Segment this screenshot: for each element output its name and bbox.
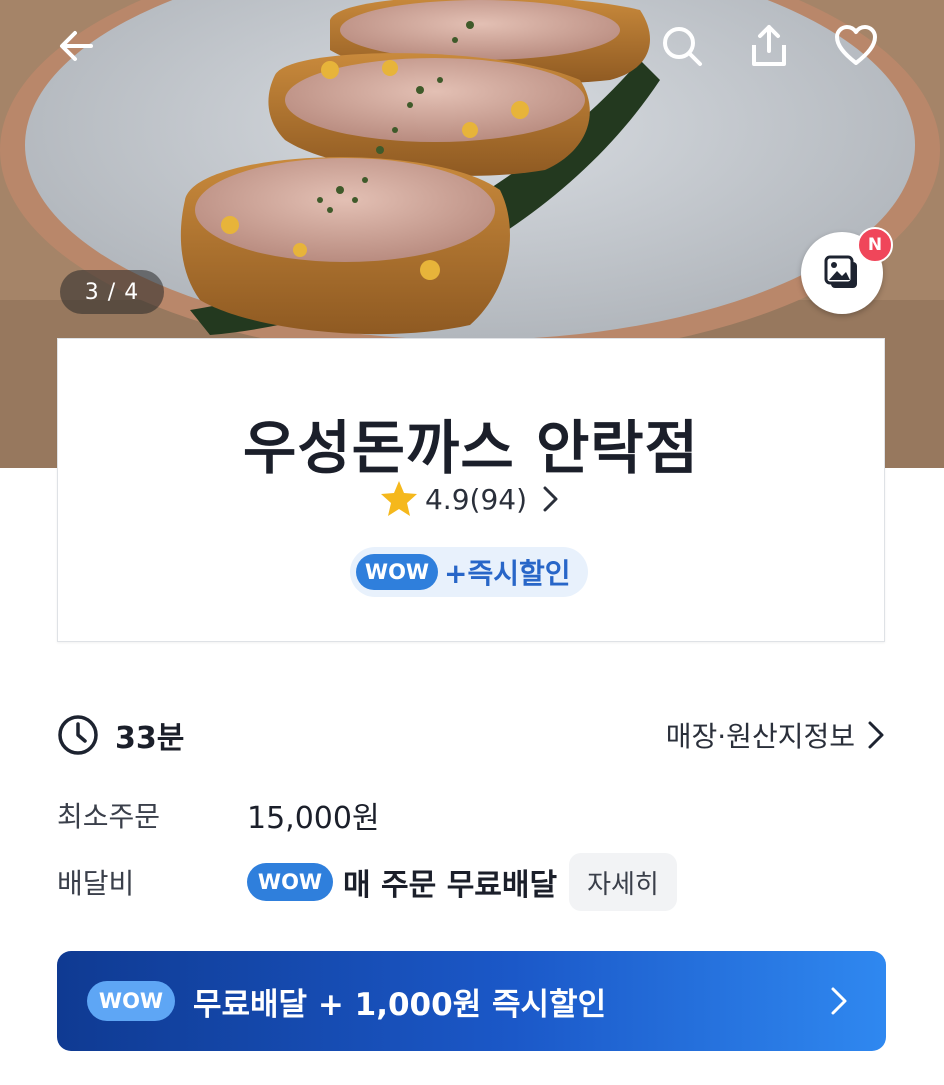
- search-icon: [663, 27, 702, 66]
- wow-badge: WOW: [247, 863, 333, 901]
- rating-value: 4.9(94): [424, 482, 527, 516]
- rating-link[interactable]: 4.9(94): [58, 479, 884, 519]
- delivery-fee-label: 배달비: [57, 867, 135, 900]
- back-button[interactable]: [50, 20, 102, 72]
- photo-gallery-icon: [824, 255, 857, 288]
- share-icon: [752, 25, 786, 66]
- new-badge: N: [857, 227, 893, 263]
- wow-discount-pill: WOW +즉시할인: [350, 547, 588, 597]
- instant-discount-label: +즉시할인: [444, 557, 571, 590]
- wow-benefit-banner[interactable]: WOW 무료배달 + 1,000원 즉시할인: [57, 951, 886, 1051]
- wow-badge: WOW: [87, 981, 175, 1021]
- back-arrow-icon: [60, 31, 93, 61]
- favorite-button[interactable]: [830, 20, 882, 72]
- clock-icon: [58, 715, 98, 755]
- min-order-row: 최소주문 15,000원: [57, 792, 380, 838]
- search-button[interactable]: [656, 20, 708, 72]
- min-order-value: 15,000원: [247, 801, 380, 836]
- delivery-fee-row: 배달비 WOW 매 주문 무료배달 자세히: [57, 852, 677, 912]
- delivery-fee-value: 매 주문 무료배달: [343, 868, 558, 903]
- wow-benefit-text: 무료배달 + 1,000원 즉시할인: [193, 986, 607, 1023]
- store-card: 우성돈까스 안락점 4.9(94) WOW +즉시할인: [57, 338, 885, 642]
- store-origin-info-link[interactable]: 매장·원산지정보: [666, 715, 887, 755]
- store-name: 우성돈까스 안락점: [242, 414, 700, 482]
- delivery-time-row: 33분 매장·원산지정보: [57, 710, 887, 760]
- wow-badge: WOW: [356, 554, 438, 590]
- image-page-counter: 3 / 4: [60, 270, 164, 314]
- star-icon: [380, 481, 417, 516]
- share-button[interactable]: [743, 20, 795, 72]
- delivery-time: 33분: [115, 721, 185, 756]
- store-origin-info-label: 매장·원산지정보: [665, 720, 855, 753]
- delivery-fee-detail-button[interactable]: 자세히: [569, 853, 677, 911]
- chevron-right-icon: [831, 987, 847, 1015]
- min-order-label: 최소주문: [57, 800, 161, 833]
- chevron-right-icon: [543, 486, 558, 512]
- heart-icon: [835, 25, 877, 65]
- chevron-right-icon: [868, 721, 884, 749]
